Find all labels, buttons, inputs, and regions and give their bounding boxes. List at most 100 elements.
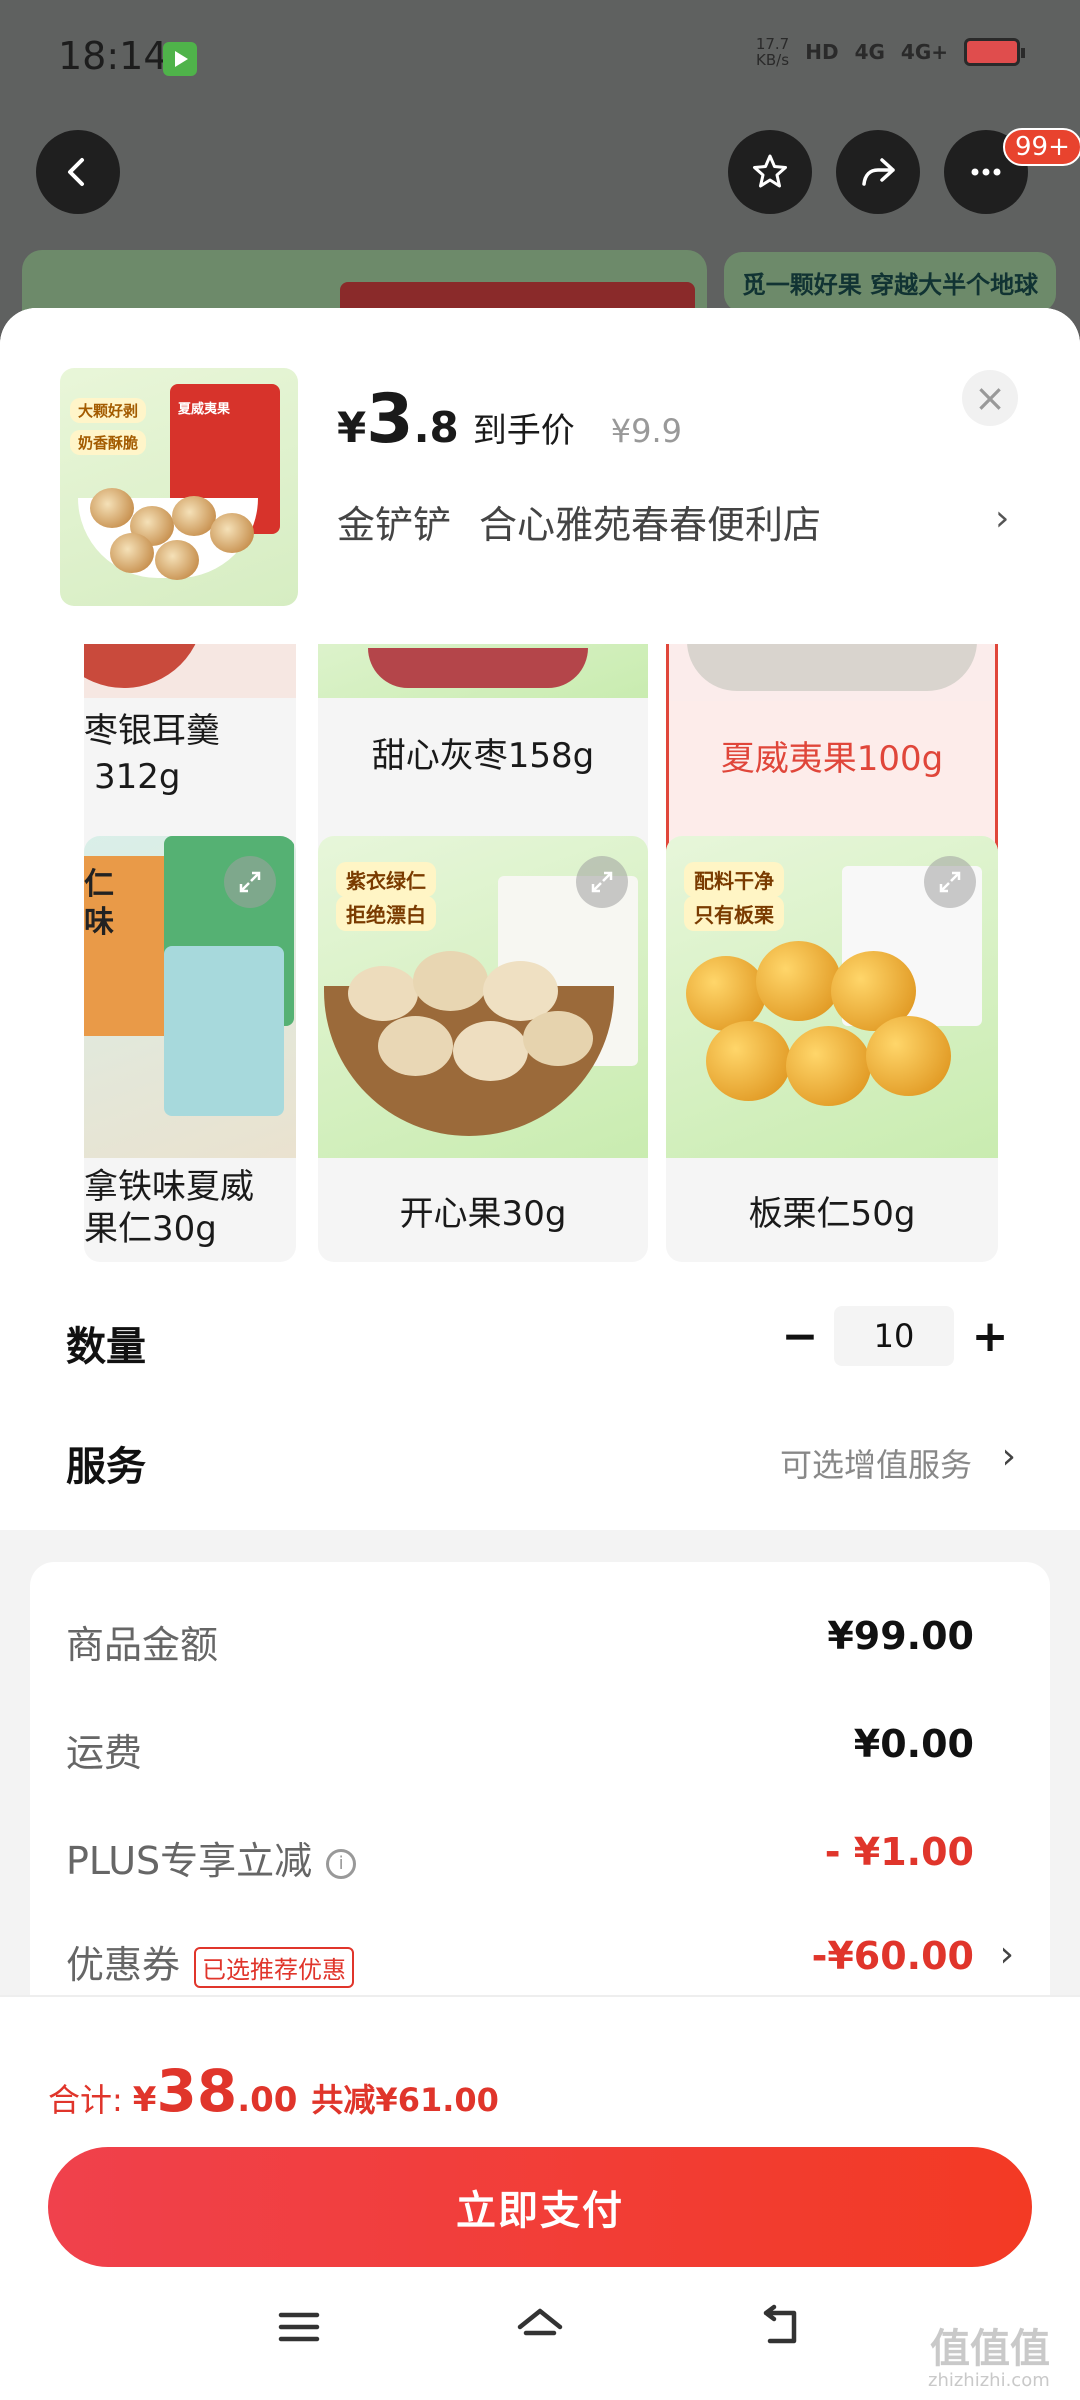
store-line[interactable]: 金铲铲 合心雅苑春春便利店 <box>337 494 821 549</box>
total-decimal: .00 <box>237 2080 298 2120</box>
variant-label-line1: 拿铁味夏威 <box>84 1167 254 1207</box>
expand-icon[interactable] <box>924 856 976 908</box>
thumb-tag: 大颗好剥 <box>70 398 147 423</box>
service-row[interactable]: 服务 可选增值服务 › <box>66 1428 1016 1498</box>
product-thumbnail: 大颗好剥 奶香酥脆 夏威夷果 <box>60 368 298 606</box>
variant-label: 甜心灰枣158g <box>371 736 595 776</box>
summary-label: PLUS专享立减 <box>66 1839 313 1883</box>
network-speed-unit: KB/s <box>756 51 790 69</box>
summary-row-plus-discount: PLUS专享立减 i - ¥1.00 <box>66 1830 1014 1890</box>
coupon-tag: 已选推荐优惠 <box>194 1947 355 1988</box>
variant-label-line2: 果仁30g <box>84 1209 217 1249</box>
variant-label: 板栗仁50g <box>748 1194 916 1234</box>
variant-label: 枣银耳羹 312g <box>84 708 296 800</box>
variant-card-chestnut[interactable]: 配料干净 只有板栗 板栗仁50g <box>666 836 998 1262</box>
watermark-logo: 值值值 <box>930 2326 1050 2372</box>
summary-value: -¥60.00 <box>811 1934 974 1978</box>
summary-label-wrap: PLUS专享立减 i <box>66 1830 357 1885</box>
network-speed-value: 17.7 <box>755 35 790 53</box>
quantity-decrease-button[interactable]: − <box>772 1308 828 1364</box>
total-currency: ¥ <box>132 2080 157 2120</box>
back-nav-icon[interactable] <box>745 2292 815 2362</box>
back-arrow-icon <box>68 158 84 186</box>
favorite-button[interactable] <box>728 130 812 214</box>
back-button[interactable] <box>36 130 120 214</box>
status-indicators: 17.7 KB/s HD 4G 4G+ <box>756 36 1025 68</box>
variant-tag: 配料干净 <box>684 862 784 897</box>
nut-image <box>155 540 199 580</box>
watermark-url: zhizhizhi.com <box>928 2370 1050 2391</box>
signal-4g-plus-icon: 4G+ <box>900 40 948 64</box>
home-icon[interactable] <box>505 2292 575 2362</box>
summary-row-coupon[interactable]: 优惠券 已选推荐优惠 -¥60.00 › <box>66 1934 1014 1994</box>
pistachio-image <box>413 951 488 1011</box>
service-hint: 可选增值服务 <box>779 1446 972 1484</box>
chestnut-image <box>786 1026 871 1106</box>
summary-label: 优惠券 <box>66 1943 181 1987</box>
notification-badge: 99+ <box>1003 128 1080 166</box>
top-navigation: 99+ <box>0 128 1080 230</box>
pistachio-image <box>348 966 418 1021</box>
store-name: 金铲铲 <box>337 503 452 547</box>
variant-card-latte-macadamia[interactable]: 仁味 拿铁味夏威 果仁30g <box>84 836 296 1262</box>
variant-image-char: 仁 <box>84 867 114 902</box>
summary-row-shipping: 运费 ¥0.00 <box>66 1722 1014 1782</box>
summary-value: ¥0.00 <box>853 1722 974 1766</box>
variant-tag: 紫衣绿仁 <box>336 862 436 897</box>
variant-card-pistachio[interactable]: 紫衣绿仁 拒绝漂白 开心果30g <box>318 836 648 1262</box>
nut-image <box>110 533 154 573</box>
status-bar: 18:14 17.7 KB/s HD 4G 4G+ <box>0 0 1080 118</box>
total-saving: 共减¥61.00 <box>311 2081 499 2119</box>
summary-label: 商品金额 <box>66 1623 219 1667</box>
network-speed: 17.7 KB/s <box>756 36 789 68</box>
price-integer: 3 <box>366 380 414 459</box>
quantity-title: 数量 <box>66 1324 146 1370</box>
chestnut-image <box>756 941 841 1021</box>
variant-label: 夏威夷果100g <box>720 739 944 779</box>
summary-value: - ¥1.00 <box>824 1830 974 1874</box>
summary-value: ¥99.00 <box>827 1614 974 1658</box>
total-integer: 38 <box>156 2057 238 2125</box>
total-line: 合计: ¥ 38 .00 共减¥61.00 <box>48 2057 499 2125</box>
price-decimal: .8 <box>413 403 459 452</box>
expand-icon[interactable] <box>576 856 628 908</box>
quantity-increase-button[interactable]: + <box>962 1308 1018 1364</box>
pistachio-image <box>453 1021 528 1081</box>
price-currency: ¥ <box>337 403 367 452</box>
chestnut-image <box>706 1021 791 1101</box>
variant-label: 开心果30g <box>399 1194 567 1234</box>
bag-label: 夏威夷果 <box>178 402 231 417</box>
expand-icon[interactable] <box>224 856 276 908</box>
store-branch: 合心雅苑春春便利店 <box>479 503 822 547</box>
share-icon <box>862 158 895 186</box>
chevron-right-icon[interactable]: › <box>995 498 1009 539</box>
menu-icon[interactable] <box>264 2292 334 2362</box>
product-header: 大颗好剥 奶香酥脆 夏威夷果 ¥ 3 .8 到手价 ¥9.9 × 金铲铲 合心雅… <box>0 308 1080 644</box>
pay-now-button[interactable]: 立即支付 <box>48 2147 1032 2267</box>
variant-tag: 拒绝漂白 <box>336 896 436 931</box>
price-label: 到手价 <box>472 411 575 451</box>
summary-label-wrap: 优惠券 已选推荐优惠 <box>66 1934 355 1989</box>
summary-label: 运费 <box>66 1731 143 1775</box>
star-icon <box>753 154 787 188</box>
info-icon[interactable]: i <box>326 1848 357 1879</box>
sku-selection-sheet: 枣银耳羹 312g 甜心灰枣158g 夏威夷果100g 大颗好剥 奶香酥脆 夏威… <box>0 308 1080 2400</box>
chevron-right-icon: › <box>1001 1436 1016 1477</box>
nut-image <box>90 488 134 528</box>
variant-tag: 只有板栗 <box>684 896 784 931</box>
variant-label: 拿铁味夏威 果仁30g <box>84 1166 296 1250</box>
signal-4g-icon: 4G <box>854 40 885 64</box>
summary-row-goods: 商品金额 ¥99.00 <box>66 1614 1014 1674</box>
price-line: ¥ 3 .8 到手价 ¥9.9 <box>337 380 682 459</box>
variant-image-char: 味 <box>84 905 114 940</box>
thumb-tag: 奶香酥脆 <box>70 430 147 455</box>
quantity-input[interactable]: 10 <box>834 1306 954 1366</box>
share-button[interactable] <box>836 130 920 214</box>
chestnut-image <box>686 956 766 1031</box>
quantity-row: 数量 − 10 + <box>66 1306 1018 1378</box>
video-app-icon <box>163 42 197 76</box>
original-price: ¥9.9 <box>610 412 682 450</box>
chevron-right-icon: › <box>999 1934 1014 1975</box>
close-button[interactable]: × <box>962 370 1018 426</box>
pistachio-image <box>523 1011 593 1066</box>
